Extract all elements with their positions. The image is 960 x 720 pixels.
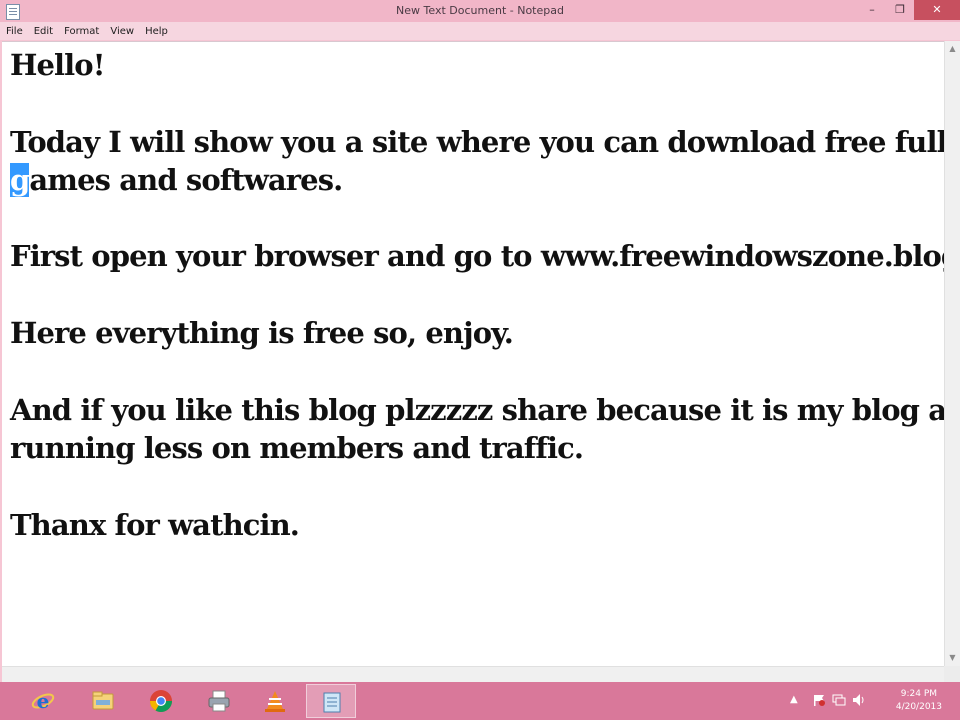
menu-view[interactable]: View	[110, 26, 134, 37]
network-icon[interactable]	[832, 693, 846, 707]
show-hidden-icons-icon[interactable]: ▲	[790, 694, 798, 705]
text-line: Today I will show you a site where you c…	[10, 124, 944, 159]
taskbar-printer[interactable]	[194, 684, 244, 718]
scroll-down-icon[interactable]: ▼	[945, 650, 960, 666]
text-line: games and softwares.	[10, 162, 343, 197]
volume-icon[interactable]	[852, 693, 866, 707]
notepad-icon	[323, 692, 341, 713]
internet-explorer-icon: e	[31, 689, 55, 713]
taskbar-notepad[interactable]	[306, 684, 356, 718]
vlc-icon	[265, 691, 285, 712]
action-center-flag-icon[interactable]	[812, 693, 826, 707]
menu-bar: File Edit Format View Help	[0, 22, 960, 40]
maximize-button[interactable]: ❐	[886, 0, 914, 20]
scroll-up-icon[interactable]: ▲	[945, 41, 960, 57]
text-line-rest: ames and softwares.	[29, 162, 343, 197]
text-line: First open your browser and go to www.fr…	[10, 239, 944, 274]
taskbar-file-explorer[interactable]	[78, 684, 128, 718]
close-button[interactable]: ✕	[914, 0, 960, 20]
text-line: Hello!	[10, 48, 105, 82]
taskbar-internet-explorer[interactable]: e	[18, 684, 68, 718]
system-tray: ▲ 9:24 PM 4/20/2013	[760, 682, 960, 720]
menu-file[interactable]: File	[6, 26, 23, 37]
vertical-scrollbar[interactable]: ▲ ▼	[944, 41, 960, 666]
text-line: Here everything is free so, enjoy.	[10, 316, 514, 351]
size-grip[interactable]	[944, 666, 960, 682]
text-selection: g	[10, 162, 30, 197]
taskbar-chrome[interactable]	[136, 684, 186, 718]
menu-help[interactable]: Help	[145, 26, 168, 37]
printer-icon	[208, 690, 230, 712]
text-line: Thanx for wathcin.	[10, 507, 300, 542]
minimize-button[interactable]: –	[858, 0, 886, 20]
clock-date: 4/20/2013	[895, 702, 942, 712]
clock[interactable]: 9:24 PM 4/20/2013	[896, 688, 942, 714]
horizontal-scrollbar[interactable]	[2, 666, 944, 682]
text-editor[interactable]: Hello! Today I will show you a site wher…	[2, 41, 944, 666]
menu-format[interactable]: Format	[64, 26, 99, 37]
text-line: And if you like this blog plzzzzz share …	[10, 392, 944, 427]
clock-time: 9:24 PM	[900, 689, 938, 699]
chrome-icon	[150, 690, 172, 712]
menu-edit[interactable]: Edit	[34, 26, 53, 37]
taskbar-vlc[interactable]	[250, 684, 300, 718]
window-title: New Text Document - Notepad	[396, 4, 564, 17]
document-text[interactable]: Hello! Today I will show you a site wher…	[10, 46, 944, 544]
svg-text:e: e	[37, 689, 50, 713]
title-bar[interactable]: New Text Document - Notepad – ❐ ✕	[0, 0, 960, 22]
text-line: running less on members and traffic.	[10, 430, 584, 465]
notepad-window: New Text Document - Notepad – ❐ ✕ File E…	[0, 0, 960, 682]
window-controls: – ❐ ✕	[858, 0, 960, 20]
file-explorer-icon	[92, 691, 114, 710]
